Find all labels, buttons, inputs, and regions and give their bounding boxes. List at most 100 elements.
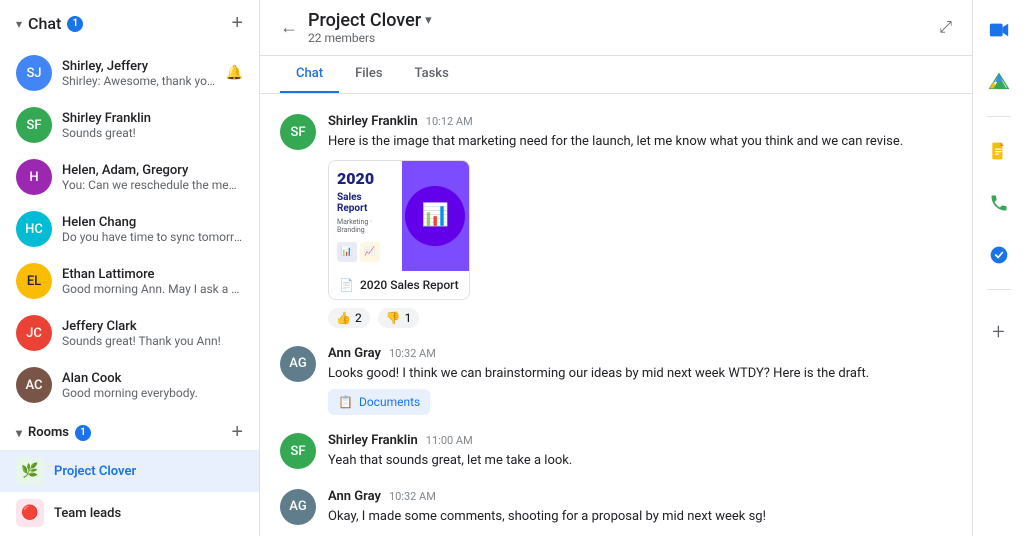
room-header: ← Project Clover ▾ 22 members ⤢: [260, 0, 972, 56]
chat-info: Shirley Franklin Sounds great!: [62, 111, 243, 140]
avatar: SF: [280, 114, 316, 150]
chat-list: SJ Shirley, Jeffery Shirley: Awesome, th…: [0, 47, 259, 411]
message-header: Shirley Franklin 10:12 AM: [328, 114, 952, 129]
message-time: 11:00 AM: [426, 434, 473, 447]
room-members: 22 members: [308, 31, 432, 45]
attachment-preview: 2020 SalesReport Marketing · Branding 📊 …: [329, 161, 469, 271]
sender-name: Ann Gray: [328, 489, 381, 504]
docs-icon[interactable]: [981, 133, 1017, 169]
rooms-chevron-icon: ▾: [16, 426, 22, 440]
sr-circle: 📊: [405, 186, 465, 246]
chat-item-alan-cook[interactable]: AC Alan Cook Good morning everybody.: [0, 359, 259, 411]
add-app-button[interactable]: +: [981, 314, 1017, 350]
chat-preview: Sounds great!: [62, 126, 243, 140]
chat-item-helen-chang[interactable]: HC Helen Chang Do you have time to sync …: [0, 203, 259, 255]
chat-section-title[interactable]: ▾ Chat 1: [16, 14, 83, 33]
meet-icon[interactable]: [981, 12, 1017, 48]
chat-info: Alan Cook Good morning everybody.: [62, 371, 243, 400]
back-button[interactable]: ←: [280, 17, 298, 38]
attachment-sales-report[interactable]: 2020 SalesReport Marketing · Branding 📊 …: [328, 160, 470, 300]
room-icon-project-clover: 🌿: [16, 457, 44, 485]
thumbsup-icon: 👍: [336, 311, 351, 325]
doc-icon: 📋: [338, 395, 353, 409]
chat-preview: Sounds great! Thank you Ann!: [62, 334, 243, 348]
avatar: H: [16, 159, 52, 195]
rooms-badge: 1: [75, 425, 91, 441]
doc-label: Documents: [359, 395, 420, 409]
drive-icon[interactable]: [981, 64, 1017, 100]
message-time: 10:32 AM: [389, 490, 436, 503]
rs-divider-2: [987, 289, 1011, 290]
avatar: HC: [16, 211, 52, 247]
rs-divider: [987, 116, 1011, 117]
message-3: SF Shirley Franklin 11:00 AM Yeah that s…: [280, 433, 952, 471]
rooms-section-title[interactable]: ▾ Rooms 1: [16, 425, 91, 441]
message-2: AG Ann Gray 10:32 AM Looks good! I think…: [280, 346, 952, 416]
room-title-section: Project Clover ▾ 22 members: [308, 10, 432, 45]
avatar: SJ: [16, 55, 52, 91]
message-header: Ann Gray 10:32 AM: [328, 346, 952, 361]
reaction-thumbsdown[interactable]: 👎 1: [378, 308, 420, 328]
chat-name: Shirley, Jeffery: [62, 59, 216, 74]
message-time: 10:12 AM: [426, 115, 473, 128]
room-item-team-leads[interactable]: 🔴 Team leads: [0, 492, 259, 534]
chat-preview: Do you have time to sync tomorrow mori..…: [62, 230, 243, 244]
message-time: 10:32 AM: [389, 347, 436, 360]
message-4: AG Ann Gray 10:32 AM Okay, I made some c…: [280, 489, 952, 527]
sr-right: 📊: [402, 161, 470, 271]
sender-name: Shirley Franklin: [328, 114, 418, 129]
chat-item-helen-adam-gregory[interactable]: H Helen, Adam, Gregory You: Can we resch…: [0, 151, 259, 203]
avatar: SF: [280, 433, 316, 469]
rooms-section-header: ▾ Rooms 1 +: [0, 411, 259, 450]
thumbsdown-count: 1: [405, 311, 412, 325]
room-item-project-clover[interactable]: 🌿 Project Clover: [0, 450, 259, 492]
chat-item-shirley-jeffery[interactable]: SJ Shirley, Jeffery Shirley: Awesome, th…: [0, 47, 259, 99]
reaction-thumbsup[interactable]: 👍 2: [328, 308, 370, 328]
chat-item-shirley-franklin[interactable]: SF Shirley Franklin Sounds great!: [0, 99, 259, 151]
sales-report-visual: 2020 SalesReport Marketing · Branding 📊 …: [329, 161, 469, 271]
chat-preview: Good morning everybody.: [62, 386, 243, 400]
message-header: Ann Gray 10:32 AM: [328, 489, 952, 504]
room-icon-team-leads: 🔴: [16, 499, 44, 527]
message-text: Here is the image that marketing need fo…: [328, 132, 952, 152]
attachment-title: 2020 Sales Report: [360, 278, 459, 292]
avatar: SF: [16, 107, 52, 143]
attachment-file-icon: 📄: [339, 278, 354, 292]
avatar: AC: [16, 367, 52, 403]
phone-icon[interactable]: [981, 185, 1017, 221]
avatar: EL: [16, 263, 52, 299]
message-content: Ann Gray 10:32 AM Looks good! I think we…: [328, 346, 952, 416]
chat-info: Ethan Lattimore Good morning Ann. May I …: [62, 267, 243, 296]
sidebar: ▾ Chat 1 + SJ Shirley, Jeffery Shirley: …: [0, 0, 260, 536]
message-content: Ann Gray 10:32 AM Okay, I made some comm…: [328, 489, 952, 527]
thumbsup-count: 2: [355, 311, 362, 325]
message-1: SF Shirley Franklin 10:12 AM Here is the…: [280, 114, 952, 328]
chat-item-ethan-lattimore[interactable]: EL Ethan Lattimore Good morning Ann. May…: [0, 255, 259, 307]
doc-attachment[interactable]: 📋 Documents: [328, 389, 430, 415]
sender-name: Shirley Franklin: [328, 433, 418, 448]
chat-name: Jeffery Clark: [62, 319, 243, 334]
message-content: Shirley Franklin 11:00 AM Yeah that soun…: [328, 433, 952, 471]
chat-info: Shirley, Jeffery Shirley: Awesome, thank…: [62, 59, 216, 88]
chat-chevron-icon: ▾: [16, 17, 22, 31]
room-name: Team leads: [54, 506, 121, 521]
chat-info: Jeffery Clark Sounds great! Thank you An…: [62, 319, 243, 348]
tab-chat[interactable]: Chat: [280, 56, 339, 93]
tab-tasks[interactable]: Tasks: [399, 56, 465, 93]
chat-item-jeffery-clark[interactable]: JC Jeffery Clark Sounds great! Thank you…: [0, 307, 259, 359]
chat-name: Shirley Franklin: [62, 111, 243, 126]
avatar: AG: [280, 346, 316, 382]
dropdown-chevron-icon[interactable]: ▾: [425, 13, 432, 28]
expand-button[interactable]: ⤢: [939, 19, 952, 37]
add-chat-button[interactable]: +: [231, 12, 243, 35]
chat-name: Helen, Adam, Gregory: [62, 163, 243, 178]
add-room-button[interactable]: +: [231, 421, 243, 444]
sr-left: 2020 SalesReport Marketing · Branding 📊 …: [329, 161, 402, 271]
avatar: JC: [16, 315, 52, 351]
reactions: 👍 2 👎 1: [328, 308, 952, 328]
message-text: Okay, I made some comments, shooting for…: [328, 507, 952, 527]
tab-files[interactable]: Files: [339, 56, 398, 93]
message-text: Yeah that sounds great, let me take a lo…: [328, 451, 952, 471]
tasks-check-icon[interactable]: [981, 237, 1017, 273]
chat-badge: 1: [67, 16, 83, 32]
